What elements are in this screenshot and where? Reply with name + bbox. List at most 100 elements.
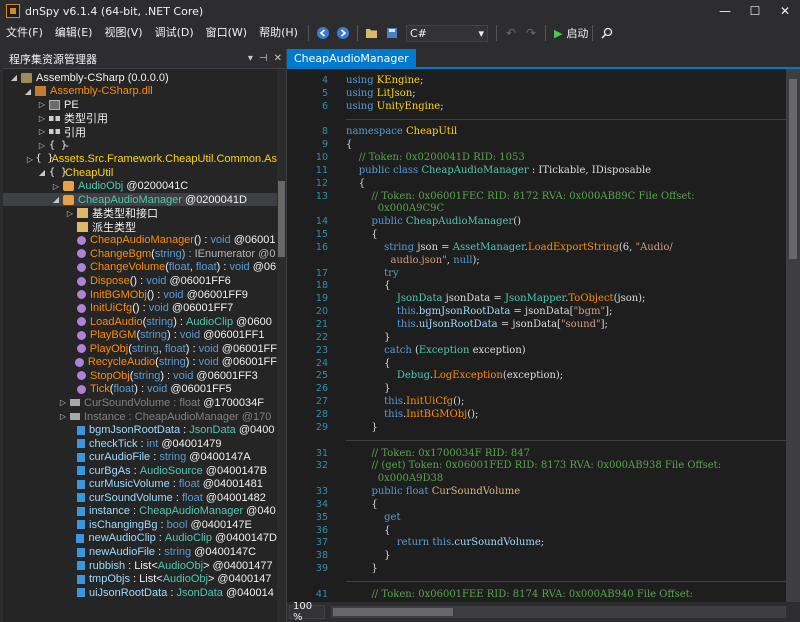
scrollbar-thumb[interactable] bbox=[333, 608, 453, 616]
tree-node[interactable]: curMusicVolume : float @04001481 bbox=[3, 478, 277, 492]
tree-node[interactable]: ▷ PE bbox=[3, 98, 277, 112]
zoom-level[interactable]: 100 % bbox=[289, 601, 325, 622]
menu-file[interactable]: 文件(F) bbox=[0, 22, 49, 44]
code-text: } bbox=[346, 563, 377, 574]
tree-node[interactable]: ▷{ } - bbox=[3, 139, 277, 153]
tree-node[interactable]: ▷ 引用 bbox=[3, 125, 277, 139]
tree-node[interactable]: ▷ AudioObj @0200041C bbox=[3, 179, 277, 193]
line-number: 8 bbox=[321, 126, 328, 138]
tree-node[interactable]: rubbish : List< AudioObj > @04001477 bbox=[3, 559, 277, 573]
code-line: 26 } bbox=[287, 382, 786, 395]
undo-icon[interactable]: ↶ bbox=[502, 24, 520, 42]
expand-arrow-icon[interactable]: ▷ bbox=[58, 412, 68, 421]
tree-node[interactable]: bgmJsonRootData : JsonData @0400 bbox=[3, 423, 277, 437]
menu-view[interactable]: 视图(V) bbox=[98, 22, 148, 44]
code-token: CurSoundVolume bbox=[431, 486, 521, 498]
maximize-button[interactable]: ☐ bbox=[740, 0, 770, 22]
expand-arrow-icon[interactable]: ▷ bbox=[37, 114, 47, 123]
code-separator bbox=[287, 113, 786, 126]
code-vertical-scrollbar[interactable] bbox=[786, 69, 800, 602]
tree-node[interactable]: ChangeVolume(float, float) : void @06 bbox=[3, 261, 277, 275]
tree-node[interactable]: instance : CheapAudioManager @040 bbox=[3, 505, 277, 519]
collapse-arrow-icon[interactable]: ◢ bbox=[9, 73, 19, 82]
tree-node-text: void bbox=[148, 302, 169, 315]
tree-node[interactable]: newAudioFile : string @0400147C bbox=[3, 545, 277, 559]
tree-node[interactable]: ▷{ } Assets.Src.Framework.CheapUtil.Commo… bbox=[3, 152, 277, 166]
property-icon bbox=[70, 413, 80, 420]
panel-menu-icon[interactable]: ▾ bbox=[248, 53, 253, 64]
tree-node-text: string bbox=[131, 342, 159, 355]
tree-node[interactable]: curSoundVolume : float @04001482 bbox=[3, 491, 277, 505]
tree-node[interactable]: PlayObj(string, float) : void @06001FF bbox=[3, 342, 277, 356]
tree-node[interactable]: Tick(float) : void @06001FF5 bbox=[3, 383, 277, 397]
collapse-arrow-icon[interactable]: ◢ bbox=[37, 168, 47, 177]
code-text: // Token: 0x06001FEE RID: 8174 RVA: 0x00… bbox=[346, 589, 693, 600]
back-icon[interactable] bbox=[314, 24, 332, 42]
expand-arrow-icon[interactable]: ▷ bbox=[27, 155, 34, 164]
menu-help[interactable]: 帮助(H) bbox=[253, 22, 304, 44]
tree-node[interactable]: StopObj(string) : void @06001FF3 bbox=[3, 369, 277, 383]
forward-icon[interactable] bbox=[334, 24, 352, 42]
tree-node[interactable]: InitUiCfg() : void @06001FF7 bbox=[3, 301, 277, 315]
start-debugging-button[interactable]: ▶ 启动 bbox=[554, 25, 588, 41]
tree-node[interactable]: ▷ CurSoundVolume : float @1700034F bbox=[3, 396, 277, 410]
close-panel-icon[interactable]: ✕ bbox=[274, 53, 282, 64]
code-horizontal-scrollbar[interactable] bbox=[331, 606, 786, 618]
tree-node[interactable]: isChangingBg : bool @0400147E bbox=[3, 518, 277, 532]
code-line: 9{ bbox=[287, 138, 786, 151]
code-line: 5 using LitJson; bbox=[287, 87, 786, 100]
decompiled-code-view[interactable]: 4 using KEngine; 5 using LitJson; 6 using Uni… bbox=[287, 69, 786, 602]
redo-icon[interactable]: ↷ bbox=[522, 24, 540, 42]
expand-arrow-icon[interactable]: ▷ bbox=[58, 398, 68, 407]
expand-arrow-icon[interactable]: ▷ bbox=[51, 182, 61, 191]
collapse-arrow-icon[interactable]: ◢ bbox=[23, 87, 33, 96]
tree-node[interactable]: InitBGMObj() : void @06001FF9 bbox=[3, 288, 277, 302]
tree-node[interactable]: uiJsonRootData : JsonData @040014 bbox=[3, 586, 277, 600]
open-folder-icon[interactable] bbox=[363, 24, 381, 42]
code-line: 0x000A9D38 bbox=[287, 472, 786, 485]
tree-node[interactable]: 派生类型 bbox=[3, 220, 277, 234]
tree-node-text: void bbox=[229, 261, 250, 274]
collapse-arrow-icon[interactable]: ◢ bbox=[51, 195, 61, 204]
menu-window[interactable]: 窗口(W) bbox=[200, 22, 253, 44]
tree-node[interactable]: curAudioFile : string @0400147A bbox=[3, 450, 277, 464]
tree-node[interactable]: PlayBGM(string) : void @06001FF1 bbox=[3, 328, 277, 342]
pin-icon[interactable]: ⊣ bbox=[259, 53, 268, 64]
code-token: public float bbox=[371, 486, 432, 498]
tree-node[interactable]: ◢{ } CheapUtil bbox=[3, 166, 277, 180]
tree-node[interactable]: Dispose() : void @06001FF6 bbox=[3, 274, 277, 288]
tree-node[interactable]: ◢ Assembly-CSharp.dll bbox=[3, 85, 277, 99]
scrollbar-thumb[interactable] bbox=[278, 181, 285, 257]
tree-node[interactable]: curBgAs : AudioSource @0400147B bbox=[3, 464, 277, 478]
minimize-button[interactable]: — bbox=[710, 0, 740, 22]
expand-arrow-icon[interactable]: ▷ bbox=[65, 209, 75, 218]
search-icon[interactable] bbox=[598, 24, 616, 42]
expand-arrow-icon[interactable]: ▷ bbox=[37, 100, 47, 109]
tree-node[interactable]: ◢ Assembly-CSharp (0.0.0.0) bbox=[3, 71, 277, 85]
language-dropdown[interactable]: C# ▾ bbox=[405, 24, 488, 42]
menu-debug[interactable]: 调试(D) bbox=[149, 22, 200, 44]
tree-node[interactable]: tmpObjs : List< AudioObj > @0400147 bbox=[3, 572, 277, 586]
menu-edit[interactable]: 编辑(E) bbox=[49, 22, 99, 44]
expand-arrow-icon[interactable]: ▷ bbox=[37, 127, 47, 136]
tree-node[interactable]: checkTick : int @04001479 bbox=[3, 437, 277, 451]
code-text: 0x000A9D38 bbox=[346, 473, 443, 484]
tree-node[interactable]: LoadAudio(string) : AudioClip @0600 bbox=[3, 315, 277, 329]
code-line: 8 namespace CheapUtil bbox=[287, 125, 786, 138]
tree-node[interactable]: ▷ Instance : CheapAudioManager @170 bbox=[3, 410, 277, 424]
tree-vertical-scrollbar[interactable] bbox=[277, 69, 286, 622]
close-button[interactable]: ✕ bbox=[770, 0, 800, 22]
tree-node[interactable]: RecycleAudio(string) : void @06001FF bbox=[3, 356, 277, 370]
tree-node[interactable]: ▷ 基类型和接口 bbox=[3, 207, 277, 220]
scrollbar-thumb[interactable] bbox=[789, 79, 797, 259]
tree-node[interactable]: ▷ 类型引用 bbox=[3, 112, 277, 125]
line-number: 16 bbox=[315, 241, 328, 253]
tree-node[interactable]: newAudioClip : AudioClip @0400147D bbox=[3, 532, 277, 546]
expand-arrow-icon[interactable]: ▷ bbox=[37, 141, 47, 150]
save-icon[interactable] bbox=[383, 24, 401, 42]
tab-cheapaudiomanager[interactable]: CheapAudioManager bbox=[287, 49, 416, 67]
tree-node[interactable]: CheapAudioManager() : void @06001 bbox=[3, 234, 277, 248]
tree-node[interactable]: ChangeBgm(string) : IEnumerator @0 bbox=[3, 247, 277, 261]
